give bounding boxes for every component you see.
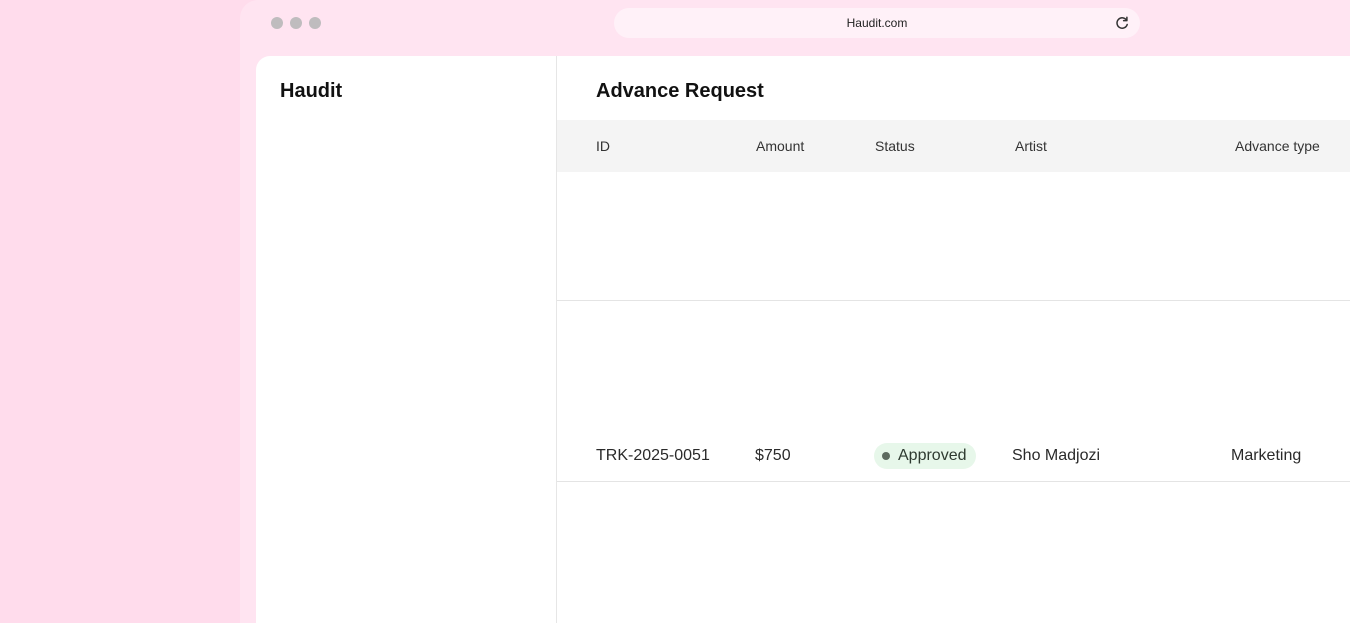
status-label: Approved [898, 447, 967, 464]
column-header-advance-type[interactable]: Advance type [1235, 138, 1320, 154]
status-dot-icon [882, 452, 890, 460]
status-badge: Approved [874, 443, 976, 469]
reload-icon[interactable] [1114, 15, 1130, 31]
cell-id: TRK-2025-0051 [596, 447, 710, 464]
window-maximize-icon[interactable] [309, 17, 321, 29]
app-page: Haudit Advance Request ID Amount Status … [256, 56, 1350, 623]
column-header-artist[interactable]: Artist [1015, 138, 1047, 154]
url-text: Haudit.com [846, 16, 908, 30]
table-header: ID Amount Status Artist Advance type [557, 120, 1350, 172]
table-row[interactable]: TRK-2025-0051 $750 Approved Sho Madjozi … [557, 301, 1350, 482]
cell-artist: Sho Madjozi [1012, 447, 1101, 464]
window-controls [271, 17, 321, 29]
window-minimize-icon[interactable] [290, 17, 302, 29]
main-content: Advance Request ID Amount Status Artist … [557, 56, 1350, 623]
cell-advance-type: Marketing [1231, 447, 1302, 464]
cell-amount: $750 [755, 447, 791, 464]
column-header-id[interactable]: ID [596, 138, 610, 154]
page-title: Advance Request [596, 80, 764, 102]
column-header-amount[interactable]: Amount [756, 138, 804, 154]
column-header-status[interactable]: Status [875, 138, 915, 154]
brand-logo[interactable]: Haudit [280, 80, 342, 103]
browser-window: Haudit.com Haudit Advance Request ID Amo… [240, 0, 1350, 623]
address-bar[interactable]: Haudit.com [614, 8, 1140, 38]
table-row-empty [557, 172, 1350, 301]
sidebar: Haudit [256, 56, 557, 623]
window-close-icon[interactable] [271, 17, 283, 29]
